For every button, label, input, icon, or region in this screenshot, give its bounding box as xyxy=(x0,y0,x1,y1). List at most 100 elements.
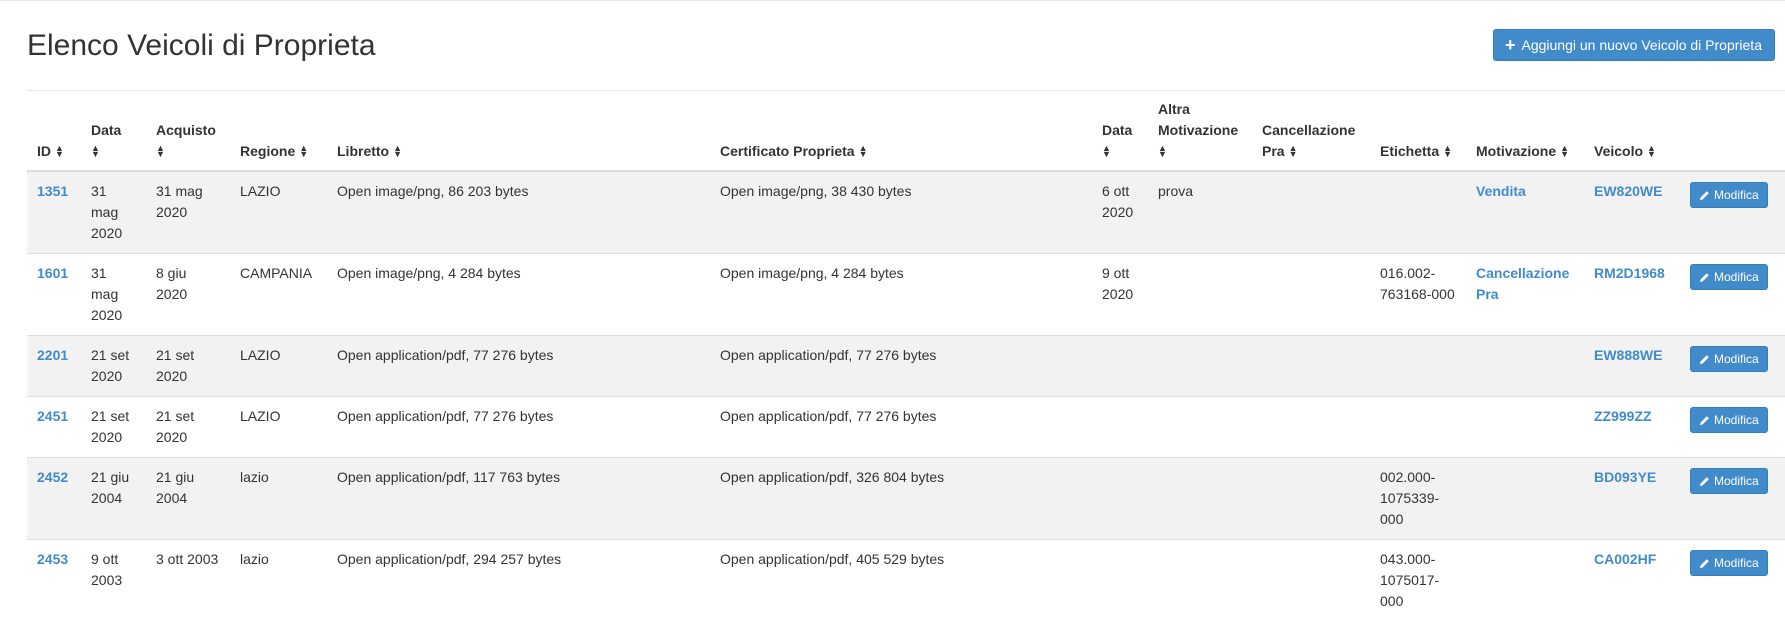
row-id-link[interactable]: 2452 xyxy=(37,469,68,485)
cell-acquisto: 3 ott 2003 xyxy=(146,539,230,621)
cell-libretto: Open image/png, 86 203 bytes xyxy=(327,170,710,254)
veicolo-link[interactable]: ZZ999ZZ xyxy=(1594,408,1652,424)
sort-icon: ▲ ▼ xyxy=(1560,143,1570,160)
cell-data-2 xyxy=(1092,539,1148,621)
cell-libretto: Open image/png, 4 284 bytes xyxy=(327,253,710,336)
cell-certificato: Open application/pdf, 326 804 bytes xyxy=(710,457,1092,540)
cell-altra-motivazione xyxy=(1148,457,1252,540)
edit-button[interactable]: Modifica xyxy=(1690,468,1768,494)
cell-certificato: Open application/pdf, 405 529 bytes xyxy=(710,539,1092,621)
pencil-icon xyxy=(1699,354,1709,364)
column-header-libretto[interactable]: Libretto ▲ ▼ xyxy=(327,91,710,172)
cell-altra-motivazione xyxy=(1148,539,1252,621)
cell-data-2 xyxy=(1092,335,1148,397)
add-vehicle-button-label: Aggiungi un nuovo Veicolo di Proprieta xyxy=(1521,37,1762,53)
edit-button[interactable]: Modifica xyxy=(1690,346,1768,372)
cell-acquisto: 21 giu 2004 xyxy=(146,457,230,540)
cell-etichetta xyxy=(1370,170,1466,254)
column-header-motivazione[interactable]: Motivazione ▲ ▼ xyxy=(1466,91,1584,172)
edit-button-label: Modifica xyxy=(1714,270,1759,284)
row-id-link[interactable]: 2453 xyxy=(37,551,68,567)
table-header-row: ID ▲ ▼ Data ▲ ▼ Acquisto ▲ ▼ Regione ▲ ▼ Librett… xyxy=(27,91,1785,172)
cell-data-2: 9 ott 2020 xyxy=(1092,253,1148,336)
cell-data-2: 6 ott 2020 xyxy=(1092,170,1148,254)
cell-data: 31 mag 2020 xyxy=(81,170,146,254)
pencil-icon xyxy=(1699,415,1709,425)
cell-cancellazione-pra xyxy=(1252,253,1370,336)
cell-data-2 xyxy=(1092,457,1148,540)
column-header-etichetta[interactable]: Etichetta ▲ ▼ xyxy=(1370,91,1466,172)
cell-libretto: Open application/pdf, 117 763 bytes xyxy=(327,457,710,540)
column-header-certificato[interactable]: Certificato Proprieta ▲ ▼ xyxy=(710,91,1092,172)
column-header-acquisto[interactable]: Acquisto ▲ ▼ xyxy=(146,91,230,172)
cell-regione: LAZIO xyxy=(230,396,327,458)
row-id-link[interactable]: 2451 xyxy=(37,408,68,424)
column-header-veicolo[interactable]: Veicolo ▲ ▼ xyxy=(1584,91,1680,172)
cell-data: 21 giu 2004 xyxy=(81,457,146,540)
column-header-id[interactable]: ID ▲ ▼ xyxy=(27,91,81,172)
sort-icon: ▲ ▼ xyxy=(1443,143,1453,160)
page-header: Elenco Veicoli di Proprieta + Aggiungi u… xyxy=(27,1,1785,91)
cell-cancellazione-pra xyxy=(1252,335,1370,397)
edit-button-label: Modifica xyxy=(1714,352,1759,366)
veicolo-link[interactable]: EW888WE xyxy=(1594,347,1662,363)
cell-libretto: Open application/pdf, 77 276 bytes xyxy=(327,335,710,397)
add-vehicle-button[interactable]: + Aggiungi un nuovo Veicolo di Proprieta xyxy=(1492,29,1775,61)
cell-regione: LAZIO xyxy=(230,170,327,254)
veicolo-link[interactable]: EW820WE xyxy=(1594,183,1662,199)
plus-icon: + xyxy=(1504,35,1516,55)
sort-icon: ▲ ▼ xyxy=(1647,143,1656,160)
cell-etichetta: 016.002-763168-000 xyxy=(1370,253,1466,336)
veicolo-link[interactable]: RM2D1968 xyxy=(1594,265,1665,281)
column-header-data-2[interactable]: Data ▲ ▼ xyxy=(1092,91,1148,172)
sort-icon: ▲ ▼ xyxy=(1102,143,1111,160)
cell-etichetta xyxy=(1370,396,1466,458)
sort-icon: ▲ ▼ xyxy=(91,143,100,160)
table-row: 2452 21 giu 2004 21 giu 2004 lazio Open … xyxy=(27,457,1785,540)
cell-libretto: Open application/pdf, 77 276 bytes xyxy=(327,396,710,458)
cell-altra-motivazione xyxy=(1148,396,1252,458)
column-header-regione[interactable]: Regione ▲ ▼ xyxy=(230,91,327,172)
motivazione-link[interactable]: Vendita xyxy=(1476,183,1526,199)
cell-libretto: Open application/pdf, 294 257 bytes xyxy=(327,539,710,621)
edit-button[interactable]: Modifica xyxy=(1690,264,1768,290)
cell-regione: lazio xyxy=(230,457,327,540)
edit-button[interactable]: Modifica xyxy=(1690,550,1768,576)
cell-regione: CAMPANIA xyxy=(230,253,327,336)
cell-data: 21 set 2020 xyxy=(81,335,146,397)
sort-icon: ▲ ▼ xyxy=(299,143,309,160)
pencil-icon xyxy=(1699,272,1709,282)
pencil-icon xyxy=(1699,558,1709,568)
column-header-actions xyxy=(1680,91,1785,172)
cell-altra-motivazione xyxy=(1148,253,1252,336)
row-id-link[interactable]: 1351 xyxy=(37,183,68,199)
column-header-altra-motivazione[interactable]: Altra Motivazione ▲ ▼ xyxy=(1148,91,1252,172)
pencil-icon xyxy=(1699,476,1709,486)
cell-certificato: Open image/png, 38 430 bytes xyxy=(710,170,1092,254)
cell-regione: lazio xyxy=(230,539,327,621)
cell-data: 31 mag 2020 xyxy=(81,253,146,336)
edit-button[interactable]: Modifica xyxy=(1690,182,1768,208)
cell-cancellazione-pra xyxy=(1252,457,1370,540)
cell-acquisto: 8 giu 2020 xyxy=(146,253,230,336)
row-id-link[interactable]: 2201 xyxy=(37,347,68,363)
page-title: Elenco Veicoli di Proprieta xyxy=(27,29,376,62)
cell-certificato: Open image/png, 4 284 bytes xyxy=(710,253,1092,336)
sort-icon: ▲ ▼ xyxy=(393,143,403,160)
motivazione-link[interactable]: Cancellazione Pra xyxy=(1476,265,1569,302)
edit-button-label: Modifica xyxy=(1714,474,1759,488)
veicolo-link[interactable]: CA002HF xyxy=(1594,551,1656,567)
cell-regione: LAZIO xyxy=(230,335,327,397)
sort-icon: ▲ ▼ xyxy=(1288,143,1298,160)
veicolo-link[interactable]: BD093YE xyxy=(1594,469,1656,485)
vehicles-table: ID ▲ ▼ Data ▲ ▼ Acquisto ▲ ▼ Regione ▲ ▼ Librett… xyxy=(27,91,1785,621)
cell-acquisto: 21 set 2020 xyxy=(146,396,230,458)
row-id-link[interactable]: 1601 xyxy=(37,265,68,281)
cell-data: 21 set 2020 xyxy=(81,396,146,458)
sort-icon: ▲ ▼ xyxy=(1158,143,1167,160)
edit-button[interactable]: Modifica xyxy=(1690,407,1768,433)
cell-acquisto: 31 mag 2020 xyxy=(146,170,230,254)
column-header-cancellazione-pra[interactable]: Cancellazione Pra ▲ ▼ xyxy=(1252,91,1370,172)
edit-button-label: Modifica xyxy=(1714,556,1759,570)
column-header-data[interactable]: Data ▲ ▼ xyxy=(81,91,146,172)
